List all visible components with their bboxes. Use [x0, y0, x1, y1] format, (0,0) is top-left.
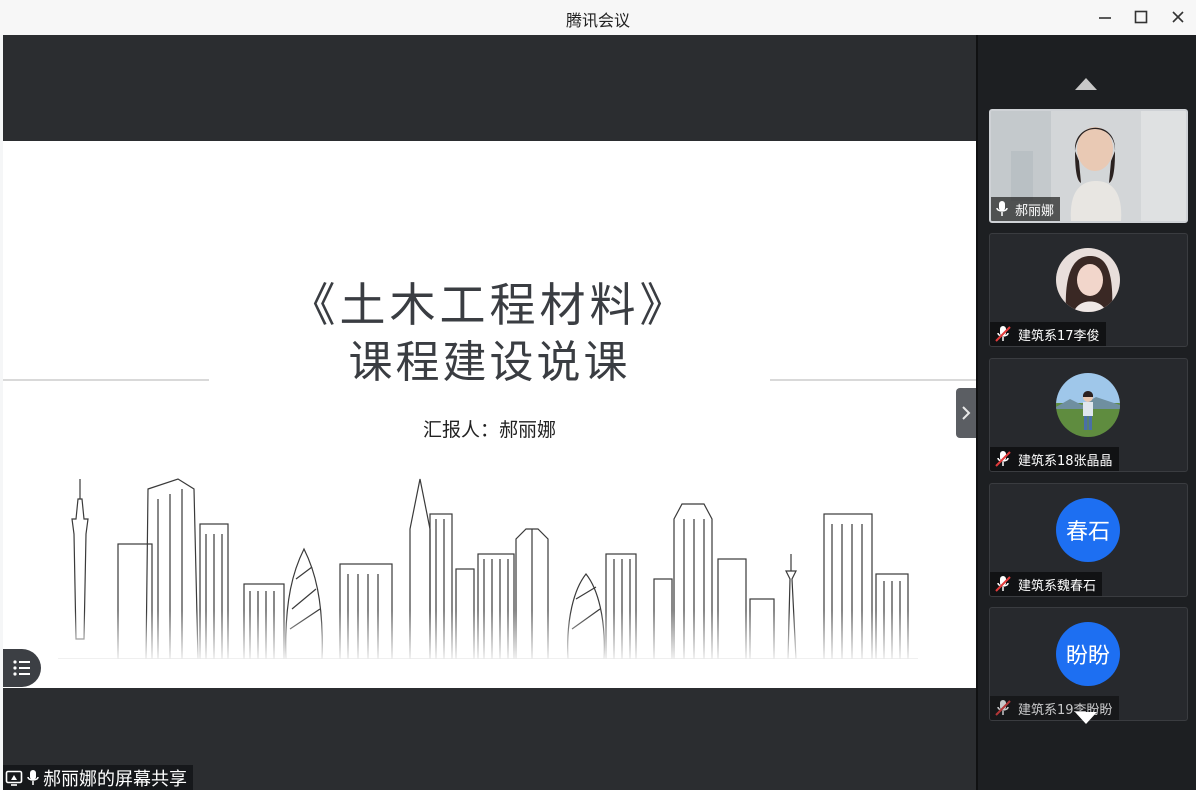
screen-share-icon [5, 770, 23, 786]
participant-name: 郝丽娜 [1015, 203, 1055, 219]
participant-name: 建筑系18张晶晶 [1018, 453, 1113, 469]
participant-tile[interactable]: 郝丽娜 [989, 109, 1188, 223]
maximize-button[interactable] [1128, 5, 1154, 29]
avatar [1056, 373, 1120, 437]
participant-name: 建筑系魏春石 [1018, 578, 1097, 594]
microphone-muted-icon [995, 700, 1011, 716]
participant-nameplate: 建筑系18张晶晶 [990, 447, 1119, 471]
participant-nameplate: 建筑系17李俊 [990, 322, 1106, 346]
participant-tile[interactable]: 建筑系17李俊 [989, 233, 1188, 347]
participant-name: 建筑系19李盼盼 [1018, 702, 1113, 718]
slide-reporter: 汇报人：郝丽娜 [422, 419, 556, 441]
list-icon [13, 660, 30, 676]
minimize-icon [1099, 17, 1111, 19]
window-title: 腾讯会议 [565, 11, 630, 30]
microphone-muted-icon [995, 576, 1011, 592]
avatar [1056, 248, 1120, 312]
toggle-side-panel-button[interactable] [956, 388, 976, 438]
minimize-button[interactable] [1092, 5, 1118, 29]
triangle-up-icon[interactable] [1074, 77, 1098, 91]
microphone-muted-icon [995, 451, 1011, 467]
slide-subtitle: 课程建设说课 [348, 337, 631, 388]
microphone-muted-icon [995, 326, 1011, 342]
participant-name: 建筑系17李俊 [1018, 328, 1100, 344]
participant-nameplate: 建筑系魏春石 [990, 572, 1103, 596]
meeting-window: 腾讯会议 《土木工程材料》 课程建设说课 汇报人：郝丽娜 郝丽娜的屏幕共享 郝丽… [0, 0, 1196, 790]
participant-nameplate: 郝丽娜 [991, 197, 1061, 221]
participant-tile[interactable]: 春石 建筑系魏春石 [989, 483, 1188, 597]
screen-share-label: 郝丽娜的屏幕共享 [3, 765, 193, 790]
avatar-initials: 春石 [1056, 498, 1120, 562]
microphone-icon [996, 201, 1008, 216]
participant-nameplate: 建筑系19李盼盼 [990, 696, 1119, 720]
participant-tile[interactable]: 建筑系18张晶晶 [989, 358, 1188, 472]
avatar-initials: 盼盼 [1056, 622, 1120, 686]
skyline-fade [3, 611, 976, 688]
title-bar: 腾讯会议 [0, 0, 1196, 35]
participant-tile[interactable]: 盼盼 建筑系19李盼盼 [989, 607, 1188, 721]
screen-share-stage: 《土木工程材料》 课程建设说课 汇报人：郝丽娜 郝丽娜的屏幕共享 [3, 35, 976, 790]
close-button[interactable] [1165, 5, 1191, 29]
participant-list-button[interactable] [3, 649, 41, 687]
microphone-icon [27, 769, 39, 785]
participant-panel: 郝丽娜 建筑系17李俊 建筑系18张晶晶 春石 建筑系魏春石 盼盼 建筑系19李… [976, 35, 1196, 790]
triangle-down-icon[interactable] [1074, 711, 1098, 725]
maximize-icon [1134, 10, 1148, 24]
close-icon [1172, 11, 1184, 23]
presentation-slide: 《土木工程材料》 课程建设说课 汇报人：郝丽娜 [3, 141, 976, 688]
chevron-right-icon [962, 406, 971, 420]
screen-share-owner: 郝丽娜的屏幕共享 [43, 768, 187, 790]
